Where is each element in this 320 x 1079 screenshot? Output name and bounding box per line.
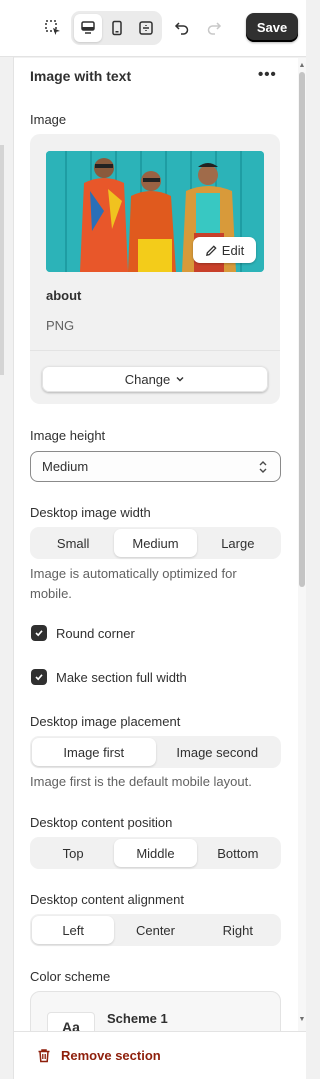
editor-toolbar: Save bbox=[0, 0, 306, 57]
alignment-right[interactable]: Right bbox=[197, 916, 279, 944]
image-height-value: Medium bbox=[42, 459, 89, 474]
placement-segmented: Image first Image second bbox=[30, 736, 281, 768]
color-scheme-label: Color scheme bbox=[30, 969, 111, 984]
image-label: Image bbox=[30, 112, 67, 127]
trash-icon bbox=[38, 1049, 50, 1063]
image-width-hint: Image is automatically optimized for mob… bbox=[30, 566, 237, 601]
change-image-button[interactable]: Change bbox=[42, 366, 268, 392]
panel-scrollbar[interactable]: ▲ ▼ bbox=[298, 58, 306, 1079]
placement-image-second[interactable]: Image second bbox=[156, 738, 280, 766]
position-middle[interactable]: Middle bbox=[114, 839, 197, 867]
placement-label: Desktop image placement bbox=[30, 714, 181, 729]
more-actions-icon[interactable]: ••• bbox=[258, 66, 277, 83]
image-width-small[interactable]: Small bbox=[32, 529, 114, 557]
fullscreen-icon[interactable] bbox=[132, 14, 160, 42]
desktop-icon[interactable] bbox=[74, 14, 102, 42]
checkmark-icon bbox=[31, 625, 47, 641]
viewport-switcher bbox=[71, 11, 162, 45]
undo-icon[interactable] bbox=[168, 14, 196, 42]
section-title: Image with text bbox=[30, 68, 132, 84]
content-position-segmented: Top Middle Bottom bbox=[30, 837, 281, 869]
image-file-name: about bbox=[46, 288, 82, 303]
checkmark-icon bbox=[31, 669, 47, 685]
preview-scroll-indicator bbox=[0, 145, 4, 375]
redo-icon[interactable] bbox=[200, 14, 228, 42]
image-thumbnail[interactable]: Edit bbox=[46, 151, 264, 272]
image-width-label: Desktop image width bbox=[30, 505, 151, 520]
change-label: Change bbox=[124, 371, 171, 387]
mobile-icon[interactable] bbox=[103, 14, 131, 42]
image-height-label: Image height bbox=[30, 428, 106, 443]
scroll-up-icon[interactable]: ▲ bbox=[298, 62, 306, 70]
remove-section-label: Remove section bbox=[61, 1048, 161, 1063]
placement-hint: Image first is the default mobile layout… bbox=[30, 774, 252, 789]
scroll-down-icon[interactable]: ▼ bbox=[298, 1016, 306, 1024]
scrollbar-thumb[interactable] bbox=[299, 72, 305, 587]
image-picker-card: Edit about PNG Change bbox=[30, 134, 280, 404]
position-top[interactable]: Top bbox=[32, 839, 114, 867]
image-width-medium[interactable]: Medium bbox=[114, 529, 197, 557]
content-alignment-label: Desktop content alignment bbox=[30, 892, 184, 907]
preview-edge bbox=[0, 57, 14, 1079]
save-button[interactable]: Save bbox=[246, 13, 298, 42]
card-divider bbox=[30, 350, 280, 351]
full-width-label: Make section full width bbox=[56, 669, 187, 685]
edit-image-button[interactable]: Edit bbox=[193, 237, 256, 263]
content-position-label: Desktop content position bbox=[30, 815, 173, 830]
round-corner-checkbox[interactable]: Round corner bbox=[31, 625, 135, 641]
full-width-checkbox[interactable]: Make section full width bbox=[31, 669, 187, 685]
select-chevrons-icon bbox=[259, 461, 267, 473]
round-corner-label: Round corner bbox=[56, 625, 135, 641]
alignment-center[interactable]: Center bbox=[114, 916, 196, 944]
alignment-left[interactable]: Left bbox=[32, 916, 115, 944]
pencil-icon bbox=[205, 244, 217, 256]
content-alignment-segmented: Left Center Right bbox=[30, 914, 281, 946]
image-file-type: PNG bbox=[46, 318, 75, 333]
panel-footer: Remove section bbox=[14, 1031, 306, 1079]
placement-image-first[interactable]: Image first bbox=[32, 738, 156, 766]
edit-label: Edit bbox=[221, 242, 245, 258]
image-height-select[interactable]: Medium bbox=[30, 451, 281, 482]
select-element-icon[interactable] bbox=[39, 14, 67, 42]
remove-section-button[interactable]: Remove section bbox=[37, 1048, 161, 1063]
image-width-large[interactable]: Large bbox=[197, 529, 279, 557]
scheme-name: Scheme 1 bbox=[107, 1011, 168, 1026]
image-width-segmented: Small Medium Large bbox=[30, 527, 281, 559]
position-bottom[interactable]: Bottom bbox=[197, 839, 279, 867]
chevron-down-icon bbox=[176, 377, 184, 382]
